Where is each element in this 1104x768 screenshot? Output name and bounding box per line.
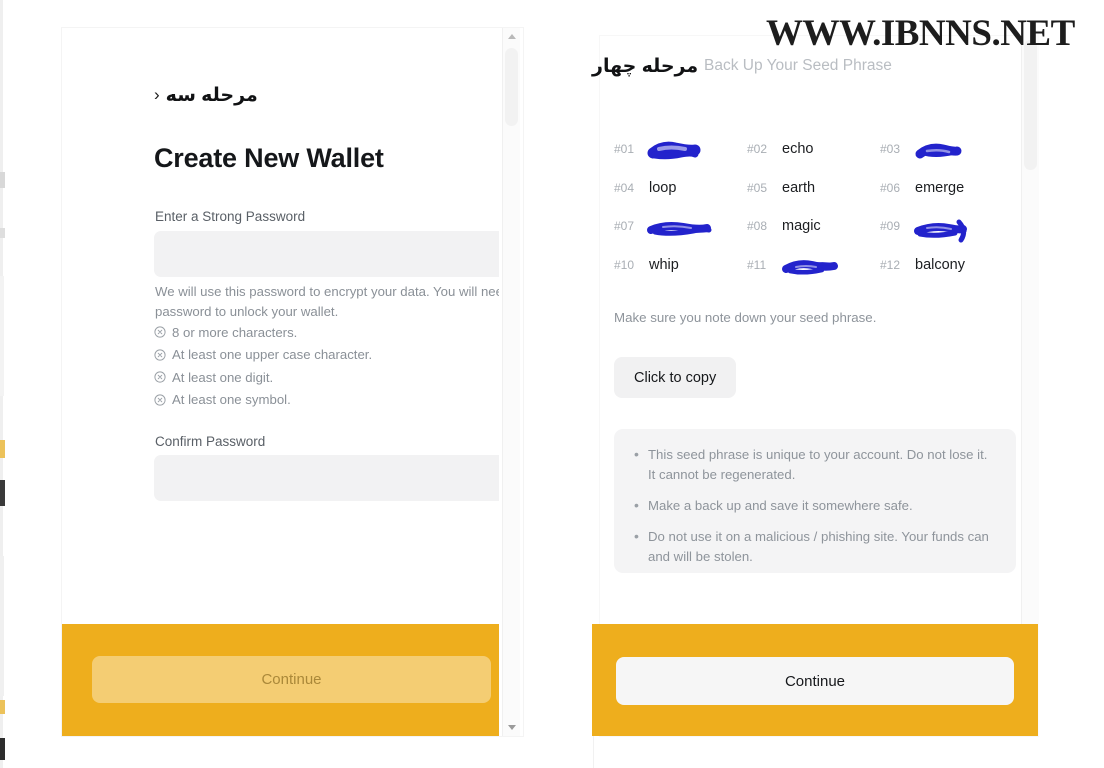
- scroll-down-button[interactable]: [503, 719, 520, 736]
- password-input[interactable]: [154, 231, 499, 277]
- left-edge-sliver-4: [0, 276, 4, 396]
- seed-word-cell: #01: [614, 130, 747, 169]
- seed-word-index: #06: [880, 180, 901, 195]
- seed-word-value: magic: [782, 218, 821, 235]
- seed-word-cell: #10 whip: [614, 246, 747, 285]
- chevron-up-icon: [507, 34, 516, 39]
- seed-word-index: #11: [747, 257, 767, 272]
- seed-word-index: #10: [614, 257, 635, 272]
- left-edge-sliver-3: [0, 228, 5, 238]
- seed-warning-box: This seed phrase is unique to your accou…: [614, 429, 1016, 573]
- seed-phrase-note: Make sure you note down your seed phrase…: [614, 310, 877, 325]
- step-label-left: مرحله سه: [165, 85, 258, 106]
- left-edge-sliver-yellow: [0, 440, 5, 458]
- seed-word-index: #01: [614, 142, 635, 157]
- seed-warning-item: Do not use it on a malicious / phishing …: [634, 526, 998, 567]
- left-edge-sliver-yellow-2: [0, 700, 5, 714]
- seed-word-index: #09: [880, 219, 901, 234]
- seed-word-cell: #04 loop: [614, 169, 747, 208]
- watermark: WWW.IBNNS.NET: [766, 13, 1075, 54]
- circle-x-icon: [154, 326, 166, 338]
- left-edge-sliver-dark: [0, 480, 5, 506]
- seed-word-cell: #03: [880, 130, 1013, 169]
- password-requirement-item: At least one digit.: [154, 366, 499, 389]
- left-edge-sliver-5: [0, 556, 4, 696]
- circle-x-icon: [154, 371, 166, 383]
- password-requirement-item: At least one upper case character.: [154, 344, 499, 367]
- continue-button-left[interactable]: Continue: [92, 656, 491, 703]
- seed-word-cell: #09: [880, 207, 1013, 246]
- seed-word-cell: #11: [747, 246, 880, 285]
- seed-word-value: earth: [782, 179, 816, 196]
- left-footer-bar: Continue: [62, 624, 499, 736]
- seed-word-index: #04: [614, 180, 635, 195]
- seed-phrase-heading: Back Up Your Seed Phrase: [704, 57, 892, 74]
- seed-phrase-grid: #01 #02 echo #03 #04 loop #05 earth #06 emerge #07…: [614, 130, 1014, 284]
- seed-word-index: #12: [880, 257, 901, 272]
- circle-x-icon: [154, 394, 166, 406]
- password-requirement-item: At least one symbol.: [154, 389, 499, 412]
- scroll-up-button[interactable]: [503, 28, 520, 45]
- step-label-right: مرحله چهار: [592, 56, 699, 77]
- circle-x-icon: [154, 349, 166, 361]
- password-requirement-label: 8 or more characters.: [172, 324, 298, 340]
- click-to-copy-button[interactable]: Click to copy: [614, 357, 737, 398]
- seed-warning-item: Make a back up and save it somewhere saf…: [634, 495, 998, 516]
- confirm-password-label: Confirm Password: [155, 434, 266, 449]
- seed-word-redaction: [914, 219, 973, 243]
- confirm-password-input[interactable]: [154, 455, 499, 501]
- left-panel-scrollbar[interactable]: [502, 28, 520, 736]
- seed-word-index: #08: [747, 219, 768, 234]
- seed-word-cell: #08 magic: [747, 207, 880, 246]
- seed-word-index: #02: [747, 142, 768, 157]
- seed-word-index: #03: [880, 142, 901, 157]
- seed-word-index: #05: [747, 180, 768, 195]
- seed-word-redaction: [647, 219, 712, 236]
- seed-word-value: whip: [649, 256, 679, 273]
- seed-word-cell: #02 echo: [747, 130, 880, 169]
- password-requirement-label: At least one upper case character.: [172, 347, 373, 363]
- seed-warning-list: This seed phrase is unique to your accou…: [628, 444, 998, 567]
- scrollbar-thumb[interactable]: [1024, 40, 1037, 170]
- seed-word-cell: #05 earth: [747, 169, 880, 208]
- seed-warning-item: This seed phrase is unique to your accou…: [634, 444, 998, 485]
- left-edge-sliver-2: [0, 172, 5, 188]
- seed-word-value: loop: [649, 179, 677, 196]
- seed-word-cell: #07: [614, 207, 747, 246]
- page-title: Create New Wallet: [154, 143, 384, 173]
- step-breadcrumb-left[interactable]: مرحله سه ‹: [154, 84, 258, 107]
- seed-word-value: balcony: [915, 256, 965, 273]
- password-requirements-list: 8 or more characters. At least one upper …: [154, 321, 499, 411]
- password-help-text: We will use this password to encrypt you…: [155, 284, 499, 319]
- seed-word-redaction: [915, 142, 962, 159]
- password-label: Enter a Strong Password: [155, 209, 306, 224]
- seed-word-cell: #06 emerge: [880, 169, 1013, 208]
- step-breadcrumb-right: مرحله چهار: [592, 55, 698, 78]
- seed-word-index: #07: [614, 219, 635, 234]
- continue-button-right[interactable]: Continue: [616, 657, 1014, 705]
- seed-word-cell: #12 balcony: [880, 246, 1013, 285]
- seed-word-value: echo: [782, 141, 814, 158]
- password-requirement-item: 8 or more characters.: [154, 321, 499, 344]
- password-requirement-label: At least one symbol.: [172, 392, 291, 408]
- right-footer-bar: Continue: [592, 624, 1038, 736]
- chevron-left-icon[interactable]: ‹: [154, 86, 160, 103]
- left-edge-sliver-dark-2: [0, 738, 5, 760]
- scrollbar-thumb[interactable]: [505, 48, 518, 126]
- seed-word-value: emerge: [915, 179, 965, 196]
- seed-word-redaction: [647, 141, 701, 160]
- password-requirement-label: At least one digit.: [172, 369, 274, 385]
- seed-word-redaction: [782, 257, 838, 275]
- chevron-down-icon: [507, 725, 516, 730]
